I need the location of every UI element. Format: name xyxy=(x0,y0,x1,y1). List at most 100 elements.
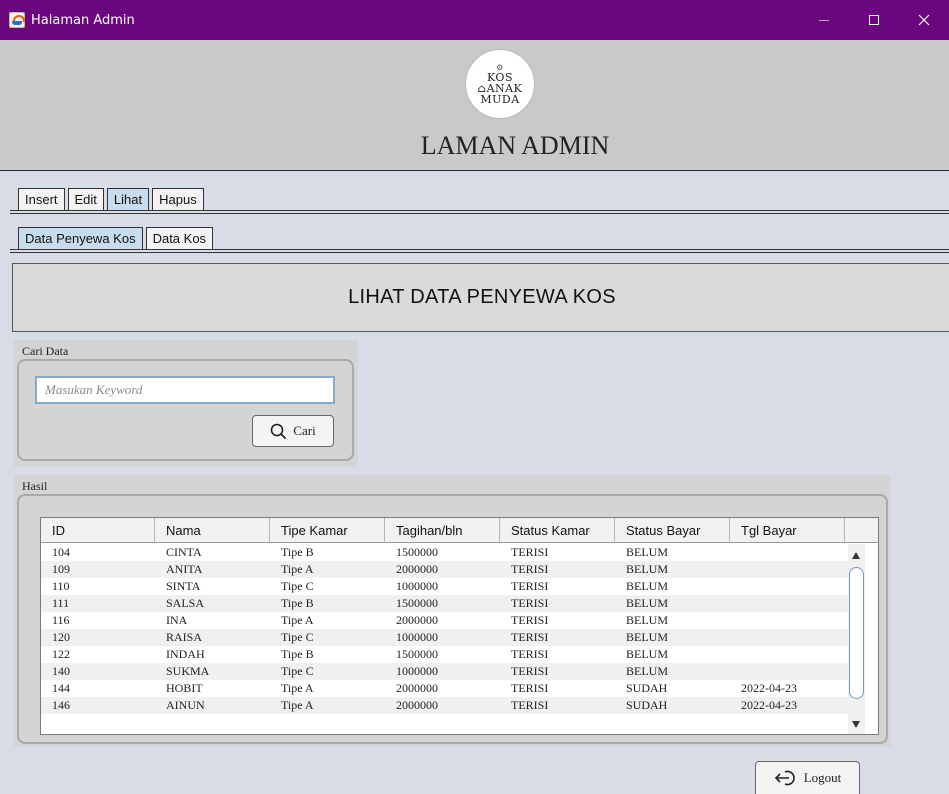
tab-hapus[interactable]: Hapus xyxy=(152,188,204,210)
table-cell: 1000000 xyxy=(396,664,438,678)
page-title: LAMAN ADMIN xyxy=(420,131,610,160)
table-cell: 110 xyxy=(52,579,70,593)
table-row[interactable]: 144 HOBIT Tipe A 2000000 TERISI SUDAH 2022-04-… xyxy=(41,680,848,697)
title-bar: Halaman Admin xyxy=(0,0,949,40)
column-header-status-kamar[interactable]: Status Kamar xyxy=(500,518,615,543)
table-cell: 144 xyxy=(52,681,70,695)
logout-button-label: Logout xyxy=(803,770,842,785)
table-cell: TERISI xyxy=(511,664,549,678)
column-header-nama[interactable]: Nama xyxy=(155,518,270,543)
table-cell: Tipe C xyxy=(281,630,314,644)
scroll-up-icon[interactable] xyxy=(852,552,860,559)
app-icon xyxy=(9,12,25,28)
table-cell: BELUM xyxy=(626,630,668,644)
column-header-tgl-bayar[interactable]: Tgl Bayar xyxy=(730,518,845,543)
table-cell: Tipe A xyxy=(281,698,314,712)
table-cell: BELUM xyxy=(626,647,668,661)
table-cell: Tipe A xyxy=(281,681,314,695)
logout-button[interactable]: Logout xyxy=(755,761,860,794)
close-icon xyxy=(918,14,930,26)
close-button[interactable] xyxy=(899,0,949,40)
table-row[interactable]: 111 SALSA Tipe B 1500000 TERISI BELUM xyxy=(41,595,848,612)
column-header-status-bayar[interactable]: Status Bayar xyxy=(615,518,730,543)
table-row[interactable]: 122 INDAH Tipe B 1500000 TERISI BELUM xyxy=(41,646,848,663)
sub-tabs: Data Penyewa Kos Data Kos xyxy=(18,227,216,249)
column-header-tipe-kamar[interactable]: Tipe Kamar xyxy=(270,518,385,543)
table-cell: BELUM xyxy=(626,596,668,610)
logout-icon xyxy=(774,769,798,787)
tab-data-kos[interactable]: Data Kos xyxy=(145,227,214,249)
tab-lihat[interactable]: Lihat xyxy=(106,188,150,210)
table-cell xyxy=(730,646,845,663)
table-cell: 104 xyxy=(52,545,70,559)
column-header-id[interactable]: ID xyxy=(41,518,155,543)
table-cell: 2000000 xyxy=(396,698,438,712)
table-row[interactable]: 110 SINTA Tipe C 1000000 TERISI BELUM xyxy=(41,578,848,595)
table-cell: 2000000 xyxy=(396,681,438,695)
table-cell: 1500000 xyxy=(396,647,438,661)
table-row[interactable]: 116 INA Tipe A 2000000 TERISI BELUM xyxy=(41,612,848,629)
vertical-scrollbar[interactable] xyxy=(848,544,865,734)
table-cell: SUDAH xyxy=(626,681,668,695)
table-cell: CINTA xyxy=(166,545,202,559)
table-cell: TERISI xyxy=(511,579,549,593)
search-input[interactable] xyxy=(35,376,335,404)
table-header: ID Nama Tipe Kamar Tagihan/bln Status Ka… xyxy=(41,518,878,543)
table-cell: 116 xyxy=(52,613,70,627)
table-cell xyxy=(730,612,845,629)
kos-anak-muda-logo: ⚙ KOS ⌂ANAK MUDA xyxy=(465,49,535,119)
minimize-button[interactable] xyxy=(799,0,849,40)
table-cell: 111 xyxy=(52,596,70,610)
table-cell: 2022-04-23 xyxy=(741,681,797,695)
search-icon xyxy=(270,423,287,440)
table-row[interactable]: 140 SUKMA Tipe C 1000000 TERISI BELUM xyxy=(41,663,848,680)
table-cell: 2000000 xyxy=(396,562,438,576)
table-row[interactable]: 109 ANITA Tipe A 2000000 TERISI BELUM xyxy=(41,561,848,578)
tab-data-penyewa-kos[interactable]: Data Penyewa Kos xyxy=(18,227,143,249)
search-panel: Cari Data Cari xyxy=(14,340,358,467)
table-cell: TERISI xyxy=(511,613,549,627)
table-cell: INDAH xyxy=(166,647,205,661)
table-cell xyxy=(730,561,845,578)
column-header-tagihan[interactable]: Tagihan/bln xyxy=(385,518,500,543)
minimize-icon xyxy=(819,19,829,21)
scroll-thumb[interactable] xyxy=(849,567,864,699)
table-cell xyxy=(730,595,845,612)
table-cell: Tipe B xyxy=(281,596,314,610)
header-banner: ⚙ KOS ⌂ANAK MUDA LAMAN ADMIN xyxy=(0,40,949,171)
maximize-button[interactable] xyxy=(849,0,899,40)
tab-edit[interactable]: Edit xyxy=(67,188,104,210)
table-cell: ANITA xyxy=(166,562,203,576)
table-cell: TERISI xyxy=(511,596,549,610)
table-cell: TERISI xyxy=(511,647,549,661)
table-cell: TERISI xyxy=(511,562,549,576)
table-cell: 146 xyxy=(52,698,70,712)
table-cell: 120 xyxy=(52,630,70,644)
search-button-label: Cari xyxy=(293,423,316,438)
table-cell: 1000000 xyxy=(396,630,438,644)
table-cell: Tipe C xyxy=(281,579,314,593)
table-cell: 1500000 xyxy=(396,596,438,610)
tab-insert[interactable]: Insert xyxy=(18,188,65,210)
logo-line-3: MUDA xyxy=(480,93,520,106)
scroll-down-icon[interactable] xyxy=(852,721,860,728)
table-row[interactable]: 104 CINTA Tipe B 1500000 TERISI BELUM xyxy=(41,544,848,561)
table-cell: BELUM xyxy=(626,613,668,627)
table-cell: Tipe C xyxy=(281,664,314,678)
search-panel-label: Cari Data xyxy=(22,344,69,358)
results-table[interactable]: ID Nama Tipe Kamar Tagihan/bln Status Ka… xyxy=(40,517,879,735)
table-cell: HOBIT xyxy=(166,681,203,695)
table-cell: AINUN xyxy=(166,698,205,712)
window-controls xyxy=(799,0,949,40)
search-button[interactable]: Cari xyxy=(252,415,334,447)
table-cell xyxy=(730,578,845,595)
sub-tabs-divider xyxy=(10,249,949,253)
table-cell: 2000000 xyxy=(396,613,438,627)
table-cell: BELUM xyxy=(626,664,668,678)
table-cell: Tipe A xyxy=(281,613,314,627)
table-cell: BELUM xyxy=(626,562,668,576)
table-cell: 1500000 xyxy=(396,545,438,559)
table-row[interactable]: 146 AINUN Tipe A 2000000 TERISI SUDAH 2022-04-… xyxy=(41,697,848,714)
table-row[interactable]: 120 RAISA Tipe C 1000000 TERISI BELUM xyxy=(41,629,848,646)
table-cell: Tipe B xyxy=(281,545,314,559)
